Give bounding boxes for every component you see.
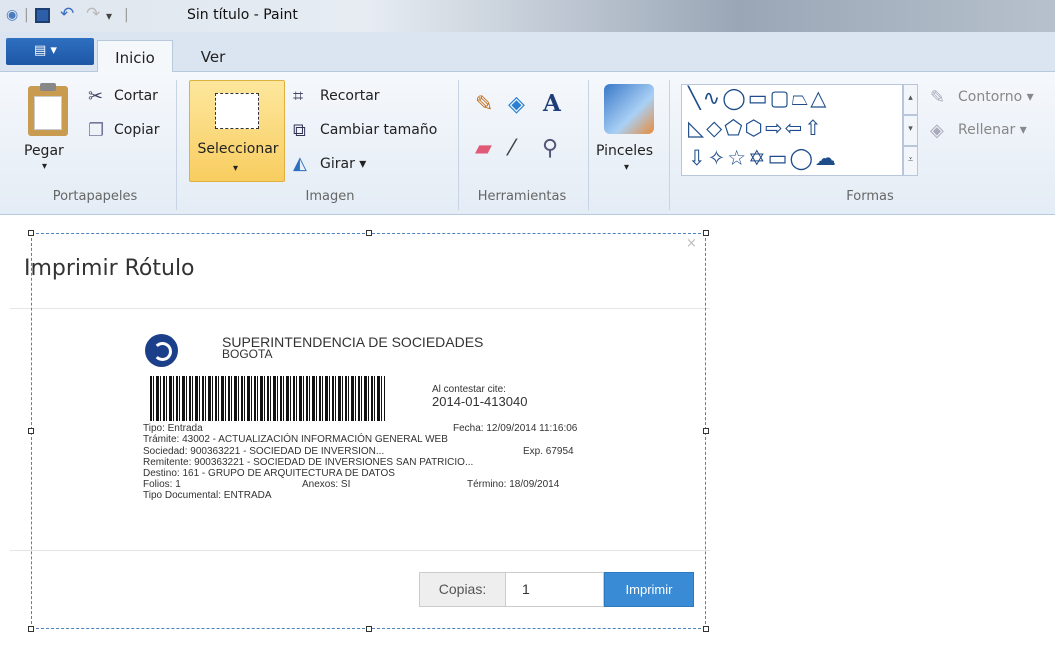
rotate-button[interactable]: Girar ▾ bbox=[320, 156, 366, 172]
shapes-row[interactable]: ◺◇⬠⬡⇨⇦⇧ bbox=[688, 117, 824, 139]
eraser-icon[interactable]: ▰ bbox=[475, 138, 492, 160]
shapes-scroll-up[interactable]: ▴ bbox=[903, 84, 918, 115]
paste-label: Pegar bbox=[24, 143, 64, 159]
select-dropdown-icon: ▾ bbox=[233, 163, 239, 174]
qa-separator: | bbox=[24, 7, 29, 23]
file-menu-icon: ▤ ▾ bbox=[34, 43, 57, 58]
group-label-formas: Formas bbox=[846, 189, 894, 204]
color-picker-icon[interactable]: ⁄ bbox=[510, 138, 514, 160]
resize-button[interactable]: Cambiar tamaño bbox=[320, 122, 437, 138]
ribbon-divider bbox=[588, 80, 589, 210]
group-label-herramientas: Herramientas bbox=[477, 189, 567, 204]
outline-icon: ✎ bbox=[930, 87, 946, 108]
paste-dropdown-icon: ▾ bbox=[42, 161, 48, 172]
cut-button[interactable]: Cortar bbox=[114, 88, 158, 104]
magnifier-icon[interactable]: ⚲ bbox=[542, 138, 558, 160]
brushes-dropdown-icon: ▾ bbox=[624, 162, 630, 173]
clipboard-icon bbox=[28, 83, 68, 136]
crop-button[interactable]: Recortar bbox=[320, 88, 380, 104]
ribbon-divider bbox=[669, 80, 670, 210]
paint-app-icon[interactable]: ◉ bbox=[6, 7, 18, 23]
text-icon[interactable]: A bbox=[543, 92, 561, 115]
save-icon[interactable] bbox=[35, 8, 50, 23]
group-label-imagen: Imagen bbox=[305, 189, 355, 204]
scissors-icon: ✂ bbox=[88, 86, 104, 107]
selection-rectangle[interactable] bbox=[31, 233, 706, 629]
tab-inicio[interactable]: Inicio bbox=[97, 40, 173, 72]
selection-handle[interactable] bbox=[703, 230, 709, 236]
selection-handle[interactable] bbox=[366, 230, 372, 236]
outline-button[interactable]: Contorno ▾ bbox=[958, 89, 1034, 105]
fill-icon: ◈ bbox=[930, 120, 944, 141]
title-bar: ◉ | ↶ ↷ ▾ | Sin título - Paint bbox=[0, 0, 1055, 32]
shapes-gallery[interactable]: ╲∿◯▭▢⏢△ ◺◇⬠⬡⇨⇦⇧ ⇩✧☆✡▭◯☁ bbox=[681, 84, 903, 176]
window-title: Sin título - Paint bbox=[187, 7, 298, 23]
shapes-scroll-down[interactable]: ▾ bbox=[903, 115, 918, 146]
selection-handle[interactable] bbox=[28, 428, 34, 434]
shapes-row[interactable]: ╲∿◯▭▢⏢△ bbox=[688, 87, 828, 109]
selection-handle[interactable] bbox=[28, 230, 34, 236]
ribbon-divider bbox=[176, 80, 177, 210]
resize-icon: ⧉ bbox=[293, 120, 306, 141]
tab-ver[interactable]: Ver bbox=[185, 40, 241, 72]
select-label: Seleccionar bbox=[197, 141, 279, 157]
pencil-icon[interactable]: ✎ bbox=[475, 94, 493, 116]
title-separator: | bbox=[124, 7, 129, 23]
customize-qa-icon[interactable]: ▾ bbox=[106, 9, 112, 23]
brush-icon bbox=[604, 84, 654, 134]
redo-icon[interactable]: ↷ bbox=[86, 4, 100, 24]
shapes-row[interactable]: ⇩✧☆✡▭◯☁ bbox=[688, 147, 838, 169]
ribbon-divider bbox=[458, 80, 459, 210]
copy-button[interactable]: Copiar bbox=[114, 122, 159, 138]
undo-icon[interactable]: ↶ bbox=[60, 4, 74, 24]
shapes-expand[interactable]: ⩡ bbox=[903, 146, 918, 176]
fill-button[interactable]: Rellenar ▾ bbox=[958, 122, 1027, 138]
select-button[interactable]: Seleccionar ▾ bbox=[189, 80, 285, 182]
copy-icon: ❐ bbox=[88, 120, 105, 141]
select-icon bbox=[215, 93, 259, 129]
selection-handle[interactable] bbox=[703, 428, 709, 434]
file-menu-button[interactable]: ▤ ▾ bbox=[6, 38, 94, 65]
group-label-portapapeles: Portapapeles bbox=[52, 189, 138, 204]
crop-icon: ⌗ bbox=[293, 86, 304, 107]
brushes-label: Pinceles bbox=[596, 143, 654, 159]
selection-handle[interactable] bbox=[28, 626, 34, 632]
rotate-icon: ◭ bbox=[293, 153, 307, 174]
selection-handle[interactable] bbox=[366, 626, 372, 632]
selection-handle[interactable] bbox=[703, 626, 709, 632]
fill-bucket-icon[interactable]: ◈ bbox=[508, 94, 525, 116]
